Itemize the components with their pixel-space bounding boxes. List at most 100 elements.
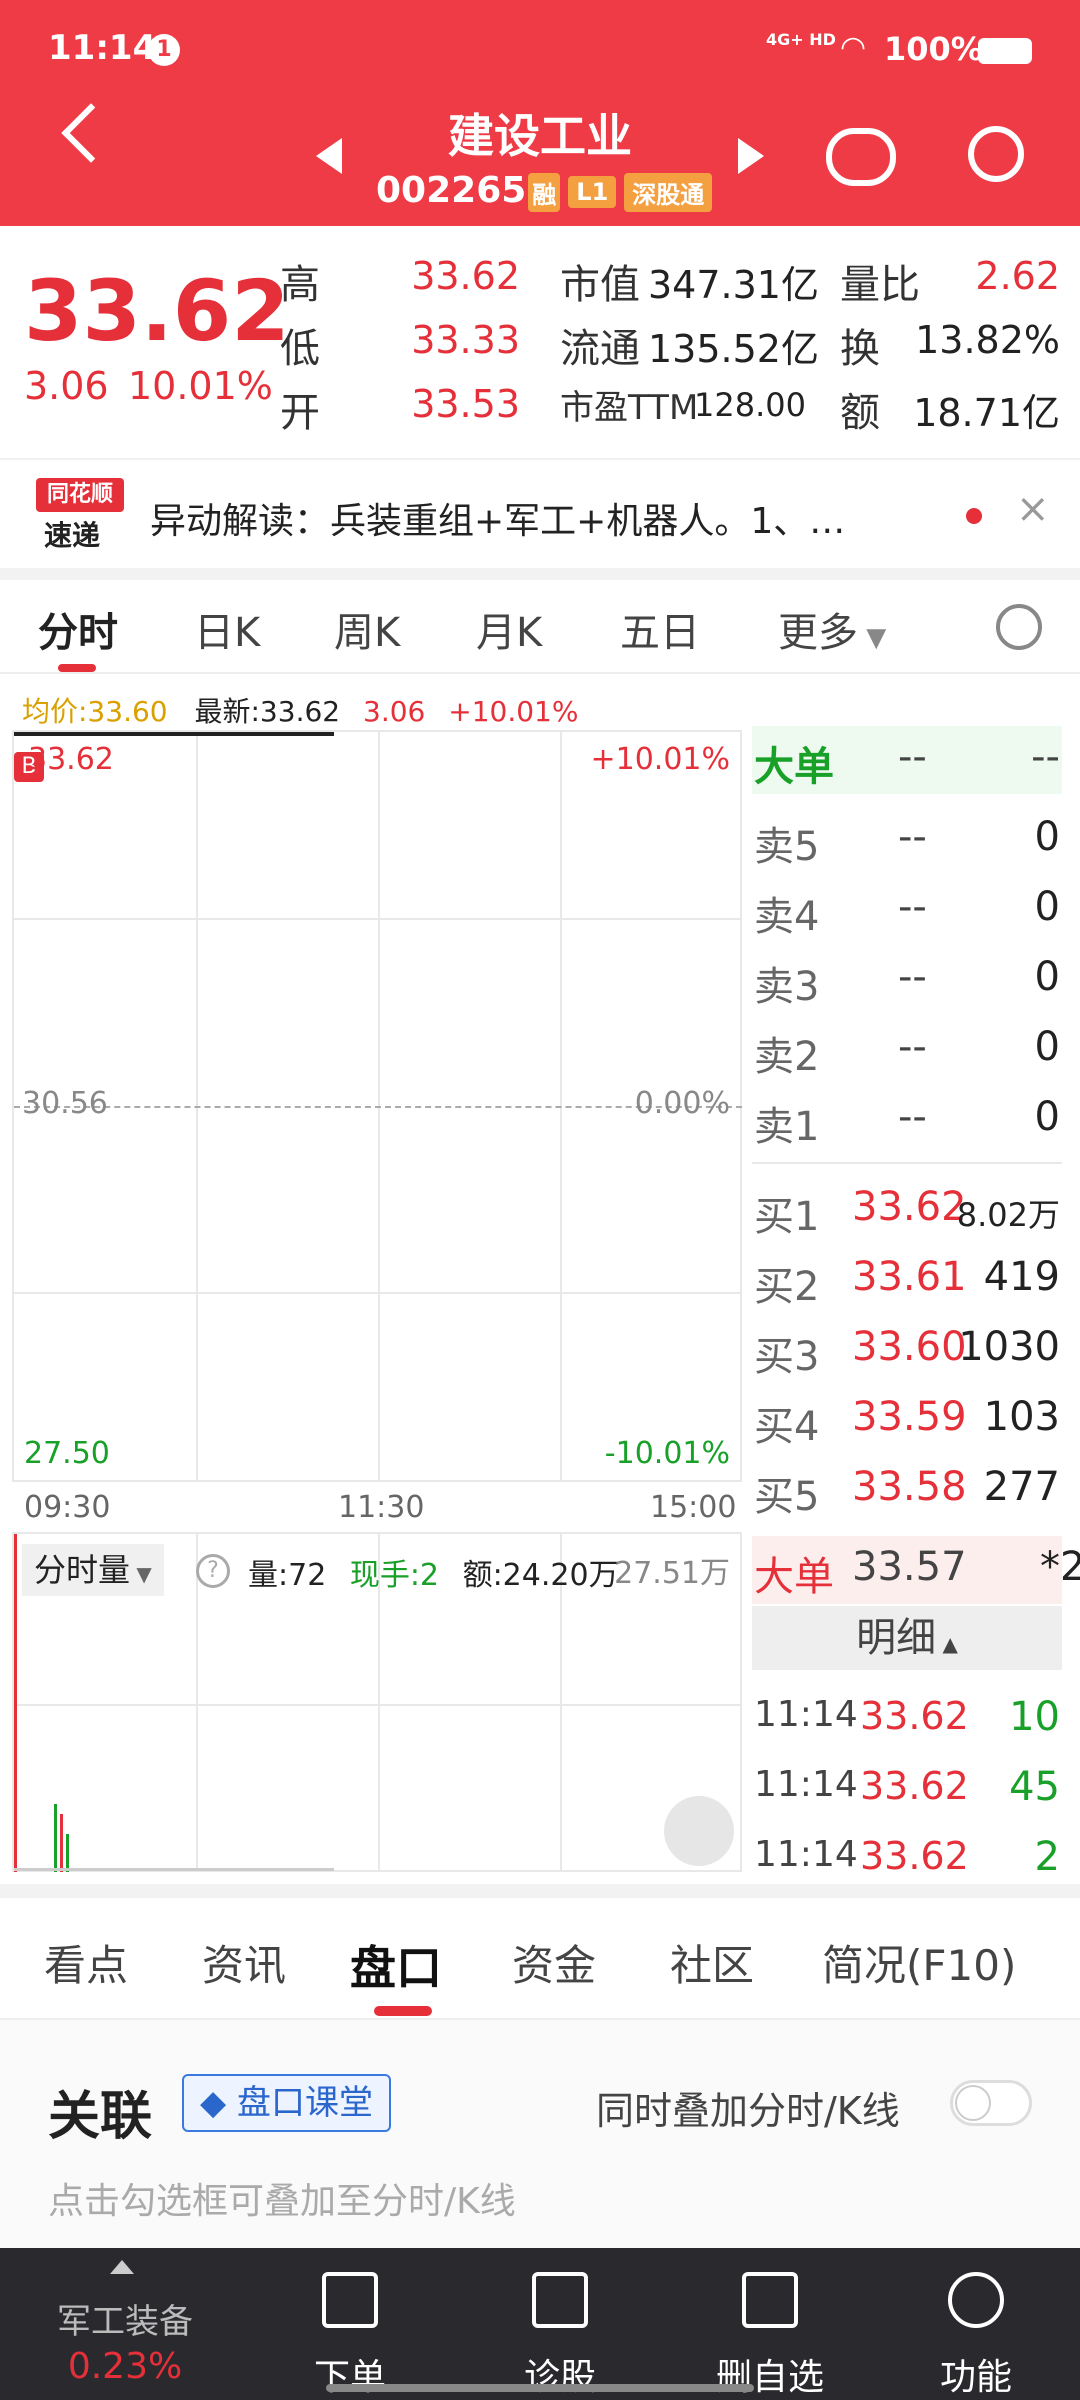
close-icon[interactable]: × <box>1016 486 1050 532</box>
tick-price: 33.62 <box>860 1694 969 1738</box>
tab-highlights[interactable]: 看点 <box>44 1932 128 1993</box>
nav-order[interactable]: 下单 <box>260 2248 440 2400</box>
tab-funds[interactable]: 资金 <box>512 1932 596 1993</box>
home-indicator[interactable] <box>326 2384 754 2392</box>
big-order-value: -- <box>898 734 927 780</box>
mid-pct: 0.00% <box>634 1086 730 1121</box>
volume-bar <box>60 1814 63 1872</box>
tab-more[interactable]: 更多 ▼ <box>778 600 886 658</box>
settings-icon[interactable] <box>996 604 1042 650</box>
graduation-cap-icon: ◆ <box>200 2083 237 2123</box>
buy-price: 33.62 <box>852 1184 967 1230</box>
class-button[interactable]: ◆ 盘口课堂 <box>182 2074 391 2132</box>
buy-label: 买2 <box>754 1264 820 1310</box>
chart-legend: 均价:33.60 最新:33.62 3.06 +10.01% <box>22 690 578 730</box>
stat-value: 18.71亿 <box>913 391 1060 435</box>
stat-value: 347.31亿 <box>648 263 819 307</box>
tick-row: 11:14 33.62 2 <box>752 1826 1062 1872</box>
buy-label: 买1 <box>754 1194 820 1240</box>
bottom-pct: -10.01% <box>604 1436 730 1471</box>
tick-volume: 2 <box>1034 1834 1060 1872</box>
buy-volume: 1030 <box>958 1324 1060 1370</box>
detail-toggle[interactable]: 明细 ▲ <box>752 1606 1062 1670</box>
back-icon[interactable] <box>61 103 121 163</box>
stat-value: 33.33 <box>411 318 520 362</box>
buy-label: 买3 <box>754 1334 820 1380</box>
tab-five-day[interactable]: 五日 <box>620 600 700 658</box>
overlay-toggle[interactable] <box>950 2080 1032 2126</box>
volume-chart[interactable]: 分时量 ▼ ? 量:72 现手:2 额:24.20万 27.51万 <box>12 1532 742 1872</box>
notification-badge: 1 <box>148 34 180 66</box>
intraday-chart[interactable]: B 33.62 +10.01% 30.56 0.00% 27.50 -10.01… <box>12 730 742 1482</box>
stat-value: 135.52亿 <box>648 327 819 371</box>
prev-close-line <box>14 1106 742 1108</box>
big-order-sell: 大单 -- -- <box>752 726 1062 794</box>
nav-remove-label: 删自选 <box>715 2357 824 2398</box>
tab-intraday[interactable]: 分时 <box>38 600 118 658</box>
robot-assistant-icon[interactable] <box>826 128 896 186</box>
time-mid: 11:30 <box>338 1490 425 1525</box>
price-line <box>14 732 334 736</box>
buy-4: 买4 33.59 103 <box>752 1386 1062 1454</box>
stat-label: 开 <box>280 390 320 436</box>
battery-icon <box>978 38 1032 64</box>
nav-diagnose[interactable]: 诊股 <box>470 2248 650 2400</box>
buy-price: 33.61 <box>852 1254 967 1300</box>
chart-change: 3.06 <box>363 695 426 728</box>
tick-time: 11:14 <box>754 1764 858 1805</box>
current-hand: 现手:2 <box>349 1558 440 1593</box>
current-price: 33.62 <box>24 262 290 360</box>
stat-value: 33.62 <box>411 254 520 298</box>
sector-indicator[interactable]: 军工装备 0.23% <box>0 2248 250 2400</box>
l1-badge: L1 <box>568 176 617 208</box>
search-icon[interactable] <box>968 126 1024 182</box>
prev-stock-icon[interactable] <box>316 138 342 174</box>
help-icon[interactable]: ? <box>196 1554 230 1588</box>
nav-diagnose-label: 诊股 <box>523 2357 596 2398</box>
volume-bar <box>54 1804 57 1872</box>
sell-4: 卖4 -- 0 <box>752 876 1062 944</box>
sector-name: 军工装备 <box>57 2302 193 2342</box>
tab-weekly-k[interactable]: 周K <box>334 600 400 658</box>
tab-monthly-k[interactable]: 月K <box>476 600 542 658</box>
sell-volume: 0 <box>1034 1024 1060 1070</box>
tick-row: 11:14 33.62 10 <box>752 1686 1062 1754</box>
tab-more-label: 更多 <box>778 610 858 656</box>
mid-price: 30.56 <box>22 1086 108 1121</box>
sell-label: 卖4 <box>754 894 820 940</box>
stock-name: 建设工业 <box>448 109 632 163</box>
tab-profile[interactable]: 简况(F10) <box>822 1932 1016 1993</box>
dropdown-icon: ▼ <box>858 623 887 653</box>
tab-daily-k[interactable]: 日K <box>194 600 260 658</box>
volume-bar <box>14 1534 17 1872</box>
stat-label: 市盈TTM <box>560 388 699 428</box>
big-order-label: 大单 <box>754 1554 834 1600</box>
avg-price-label: 均价:33.60 <box>22 695 168 728</box>
related-title: 关联 <box>48 2087 153 2147</box>
volume-max: 27.51万 <box>614 1556 730 1591</box>
stat-label: 换 <box>840 326 880 372</box>
volume-bar <box>66 1834 69 1872</box>
overlay-label: 同时叠加分时/K线 <box>596 2089 900 2133</box>
battery-percent: 100% <box>884 30 983 68</box>
nav-functions[interactable]: 功能 <box>886 2248 1066 2400</box>
tab-news[interactable]: 资讯 <box>202 1932 286 1993</box>
news-logo-sub: 速递 <box>44 519 101 552</box>
volume-baseline <box>14 1868 334 1871</box>
top-price: 33.62 <box>28 742 114 777</box>
volume-value: 量:72 <box>248 1558 327 1593</box>
tab-community[interactable]: 社区 <box>670 1932 754 1993</box>
stat-label: 额 <box>840 390 880 436</box>
expand-icon[interactable] <box>664 1796 734 1866</box>
top-pct: +10.01% <box>590 742 730 777</box>
minus-box-icon <box>742 2272 798 2328</box>
news-banner[interactable]: 同花顺 速递 异动解读：兵装重组+军工+机器人。1、… × <box>0 458 1080 568</box>
tab-orderbook[interactable]: 盘口 <box>350 1932 442 1998</box>
volume-selector[interactable]: 分时量 ▼ <box>22 1544 164 1596</box>
next-stock-icon[interactable] <box>738 138 764 174</box>
buy-volume: 277 <box>983 1464 1060 1510</box>
buy-volume: 103 <box>983 1394 1060 1440</box>
nav-remove-watchlist[interactable]: 删自选 <box>680 2248 860 2400</box>
stock-code-text: 002265 <box>376 170 527 211</box>
toggle-knob <box>955 2085 991 2121</box>
